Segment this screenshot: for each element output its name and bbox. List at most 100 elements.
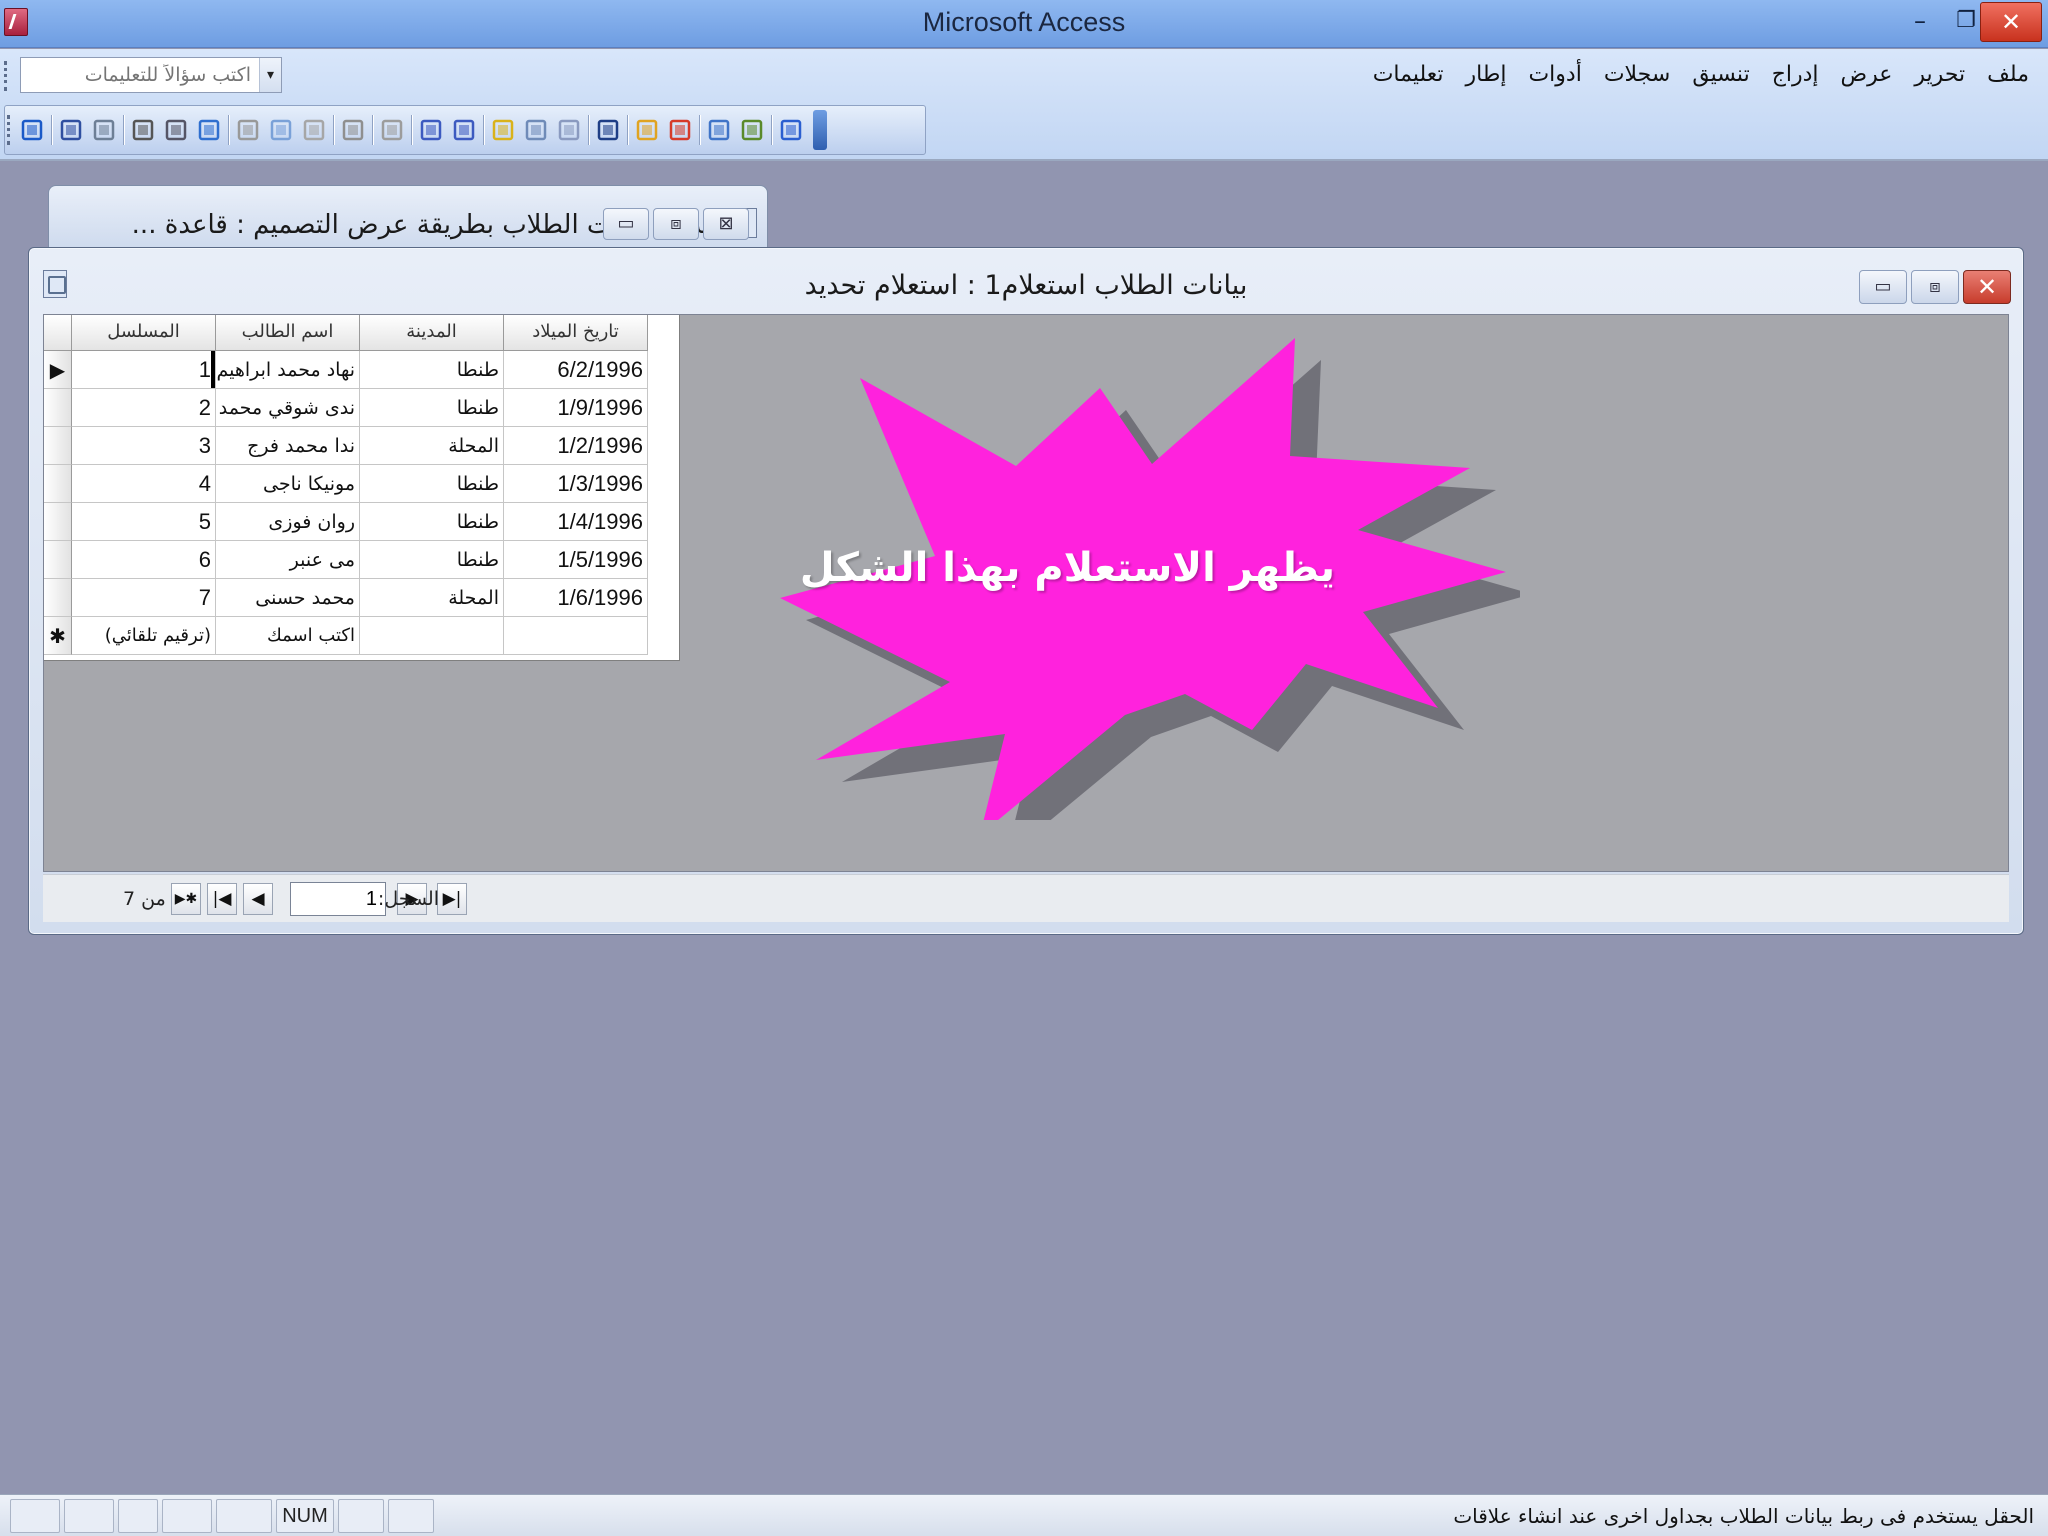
record-count-text: من 7 <box>123 888 166 910</box>
menu-item[interactable]: عرض <box>1830 59 1904 91</box>
record-number-input[interactable] <box>290 882 386 916</box>
query-minimize-button[interactable]: ▭ <box>1859 270 1907 304</box>
status-pane <box>388 1499 434 1533</box>
table-cell[interactable]: 3 <box>72 427 216 465</box>
minimize-button[interactable]: – <box>1898 2 1942 42</box>
column-header[interactable]: اسم الطالب <box>216 315 360 351</box>
table-cell[interactable]: 1/5/1996 <box>504 541 648 579</box>
toolbar-grip[interactable] <box>7 115 11 145</box>
table-cell[interactable]: 1/3/1996 <box>504 465 648 503</box>
menu-item[interactable]: أدوات <box>1517 59 1592 91</box>
help-icon[interactable] <box>776 115 806 145</box>
table-cell[interactable]: 1/6/1996 <box>504 579 648 617</box>
cut-icon[interactable] <box>233 115 263 145</box>
database-window-icon[interactable] <box>704 115 734 145</box>
ask-question-dropdown[interactable]: ▾ <box>259 58 281 92</box>
apply-filter-icon[interactable] <box>554 115 584 145</box>
toolbar-options-button[interactable] <box>813 110 827 150</box>
table-design-close-button[interactable]: ⊠ <box>703 208 749 240</box>
table-cell[interactable]: 6 <box>72 541 216 579</box>
new-record-cell[interactable]: (ترقيم تلقائي) <box>72 617 216 655</box>
table-cell[interactable]: طنطا <box>360 503 504 541</box>
record-selector[interactable] <box>44 541 72 579</box>
menu-item[interactable]: تنسيق <box>1681 59 1760 91</box>
record-selector[interactable] <box>44 427 72 465</box>
new-object-icon[interactable] <box>737 115 767 145</box>
column-header[interactable]: المدينة <box>360 315 504 351</box>
table-cell[interactable]: روان فوزى <box>216 503 360 541</box>
new-record-nav-button[interactable]: ▶✱ <box>171 883 201 915</box>
record-selector[interactable] <box>44 465 72 503</box>
ask-question-box[interactable]: ▾ <box>20 57 282 93</box>
table-cell[interactable]: 6/2/1996 <box>504 351 648 389</box>
paste-icon[interactable] <box>299 115 329 145</box>
select-all-corner[interactable] <box>44 315 72 351</box>
menu-item[interactable]: سجلات <box>1593 59 1681 91</box>
table-cell[interactable]: طنطا <box>360 389 504 427</box>
table-design-restore-button[interactable]: ⧈ <box>653 208 699 240</box>
print-icon[interactable] <box>128 115 158 145</box>
print-preview-icon[interactable] <box>161 115 191 145</box>
table-cell[interactable]: مى عنبر <box>216 541 360 579</box>
record-selector[interactable] <box>44 503 72 541</box>
undo-icon[interactable] <box>338 115 368 145</box>
view-icon[interactable] <box>17 115 47 145</box>
table-cell[interactable]: 7 <box>72 579 216 617</box>
table-cell[interactable]: 2 <box>72 389 216 427</box>
new-record-selector[interactable]: ✱ <box>44 617 72 655</box>
query-restore-button[interactable]: ⧈ <box>1911 270 1959 304</box>
previous-record-button[interactable]: ◀ <box>243 883 273 915</box>
filter-by-form-icon[interactable] <box>521 115 551 145</box>
filter-by-selection-icon[interactable] <box>488 115 518 145</box>
table-design-window[interactable]: جدول بيانات الطلاب بطريقة عرض التصميم : … <box>48 185 768 247</box>
first-record-button[interactable]: |◀ <box>207 883 237 915</box>
table-cell[interactable]: ندى شوقي محمد على <box>216 389 360 427</box>
new-record-cell[interactable] <box>504 617 648 655</box>
table-cell[interactable]: نهاد محمد ابراهيم <box>216 351 360 389</box>
table-cell[interactable]: المحلة <box>360 579 504 617</box>
query-close-button[interactable]: ✕ <box>1963 270 2011 304</box>
delete-record-icon[interactable] <box>665 115 695 145</box>
table-cell[interactable]: 1 <box>72 351 216 389</box>
menu-item[interactable]: ملف <box>1976 59 2040 91</box>
hyperlink-icon[interactable] <box>377 115 407 145</box>
table-cell[interactable]: ندا محمد فرج <box>216 427 360 465</box>
last-record-button[interactable]: ▶| <box>437 883 467 915</box>
table-cell[interactable]: طنطا <box>360 541 504 579</box>
table-design-minimize-button[interactable]: ▭ <box>603 208 649 240</box>
spelling-icon[interactable] <box>194 115 224 145</box>
save-icon[interactable] <box>56 115 86 145</box>
table-cell[interactable]: محمد حسنى <box>216 579 360 617</box>
table-cell[interactable]: 1/9/1996 <box>504 389 648 427</box>
table-cell[interactable]: 4 <box>72 465 216 503</box>
record-selector[interactable]: ▶ <box>44 351 72 389</box>
menu-item[interactable]: إطار <box>1455 59 1518 91</box>
record-selector[interactable] <box>44 389 72 427</box>
record-selector[interactable] <box>44 579 72 617</box>
table-cell[interactable]: 1/2/1996 <box>504 427 648 465</box>
copy-icon[interactable] <box>266 115 296 145</box>
new-record-cell[interactable]: اكتب اسمك <box>216 617 360 655</box>
new-record-icon[interactable] <box>632 115 662 145</box>
table-cell[interactable]: طنطا <box>360 351 504 389</box>
table-cell[interactable]: 5 <box>72 503 216 541</box>
table-cell[interactable]: مونيكا ناجى <box>216 465 360 503</box>
menu-item[interactable]: تعليمات <box>1362 59 1455 91</box>
menu-item[interactable]: إدراج <box>1761 59 1830 91</box>
column-header[interactable]: المسلسل <box>72 315 216 351</box>
column-header[interactable]: تاريخ الميلاد <box>504 315 648 351</box>
menu-item[interactable]: تحرير <box>1903 59 1976 91</box>
status-pane <box>118 1499 158 1533</box>
ask-question-input[interactable] <box>21 58 259 92</box>
help-bar-grip[interactable] <box>4 61 8 91</box>
table-cell[interactable]: 1/4/1996 <box>504 503 648 541</box>
search-file-icon[interactable] <box>89 115 119 145</box>
new-record-cell[interactable] <box>360 617 504 655</box>
sort-descending-icon[interactable] <box>449 115 479 145</box>
table-cell[interactable]: طنطا <box>360 465 504 503</box>
close-button[interactable]: ✕ <box>1980 2 2042 42</box>
find-icon[interactable] <box>593 115 623 145</box>
toolbar-separator <box>411 115 412 145</box>
sort-ascending-icon[interactable] <box>416 115 446 145</box>
table-cell[interactable]: المحلة <box>360 427 504 465</box>
